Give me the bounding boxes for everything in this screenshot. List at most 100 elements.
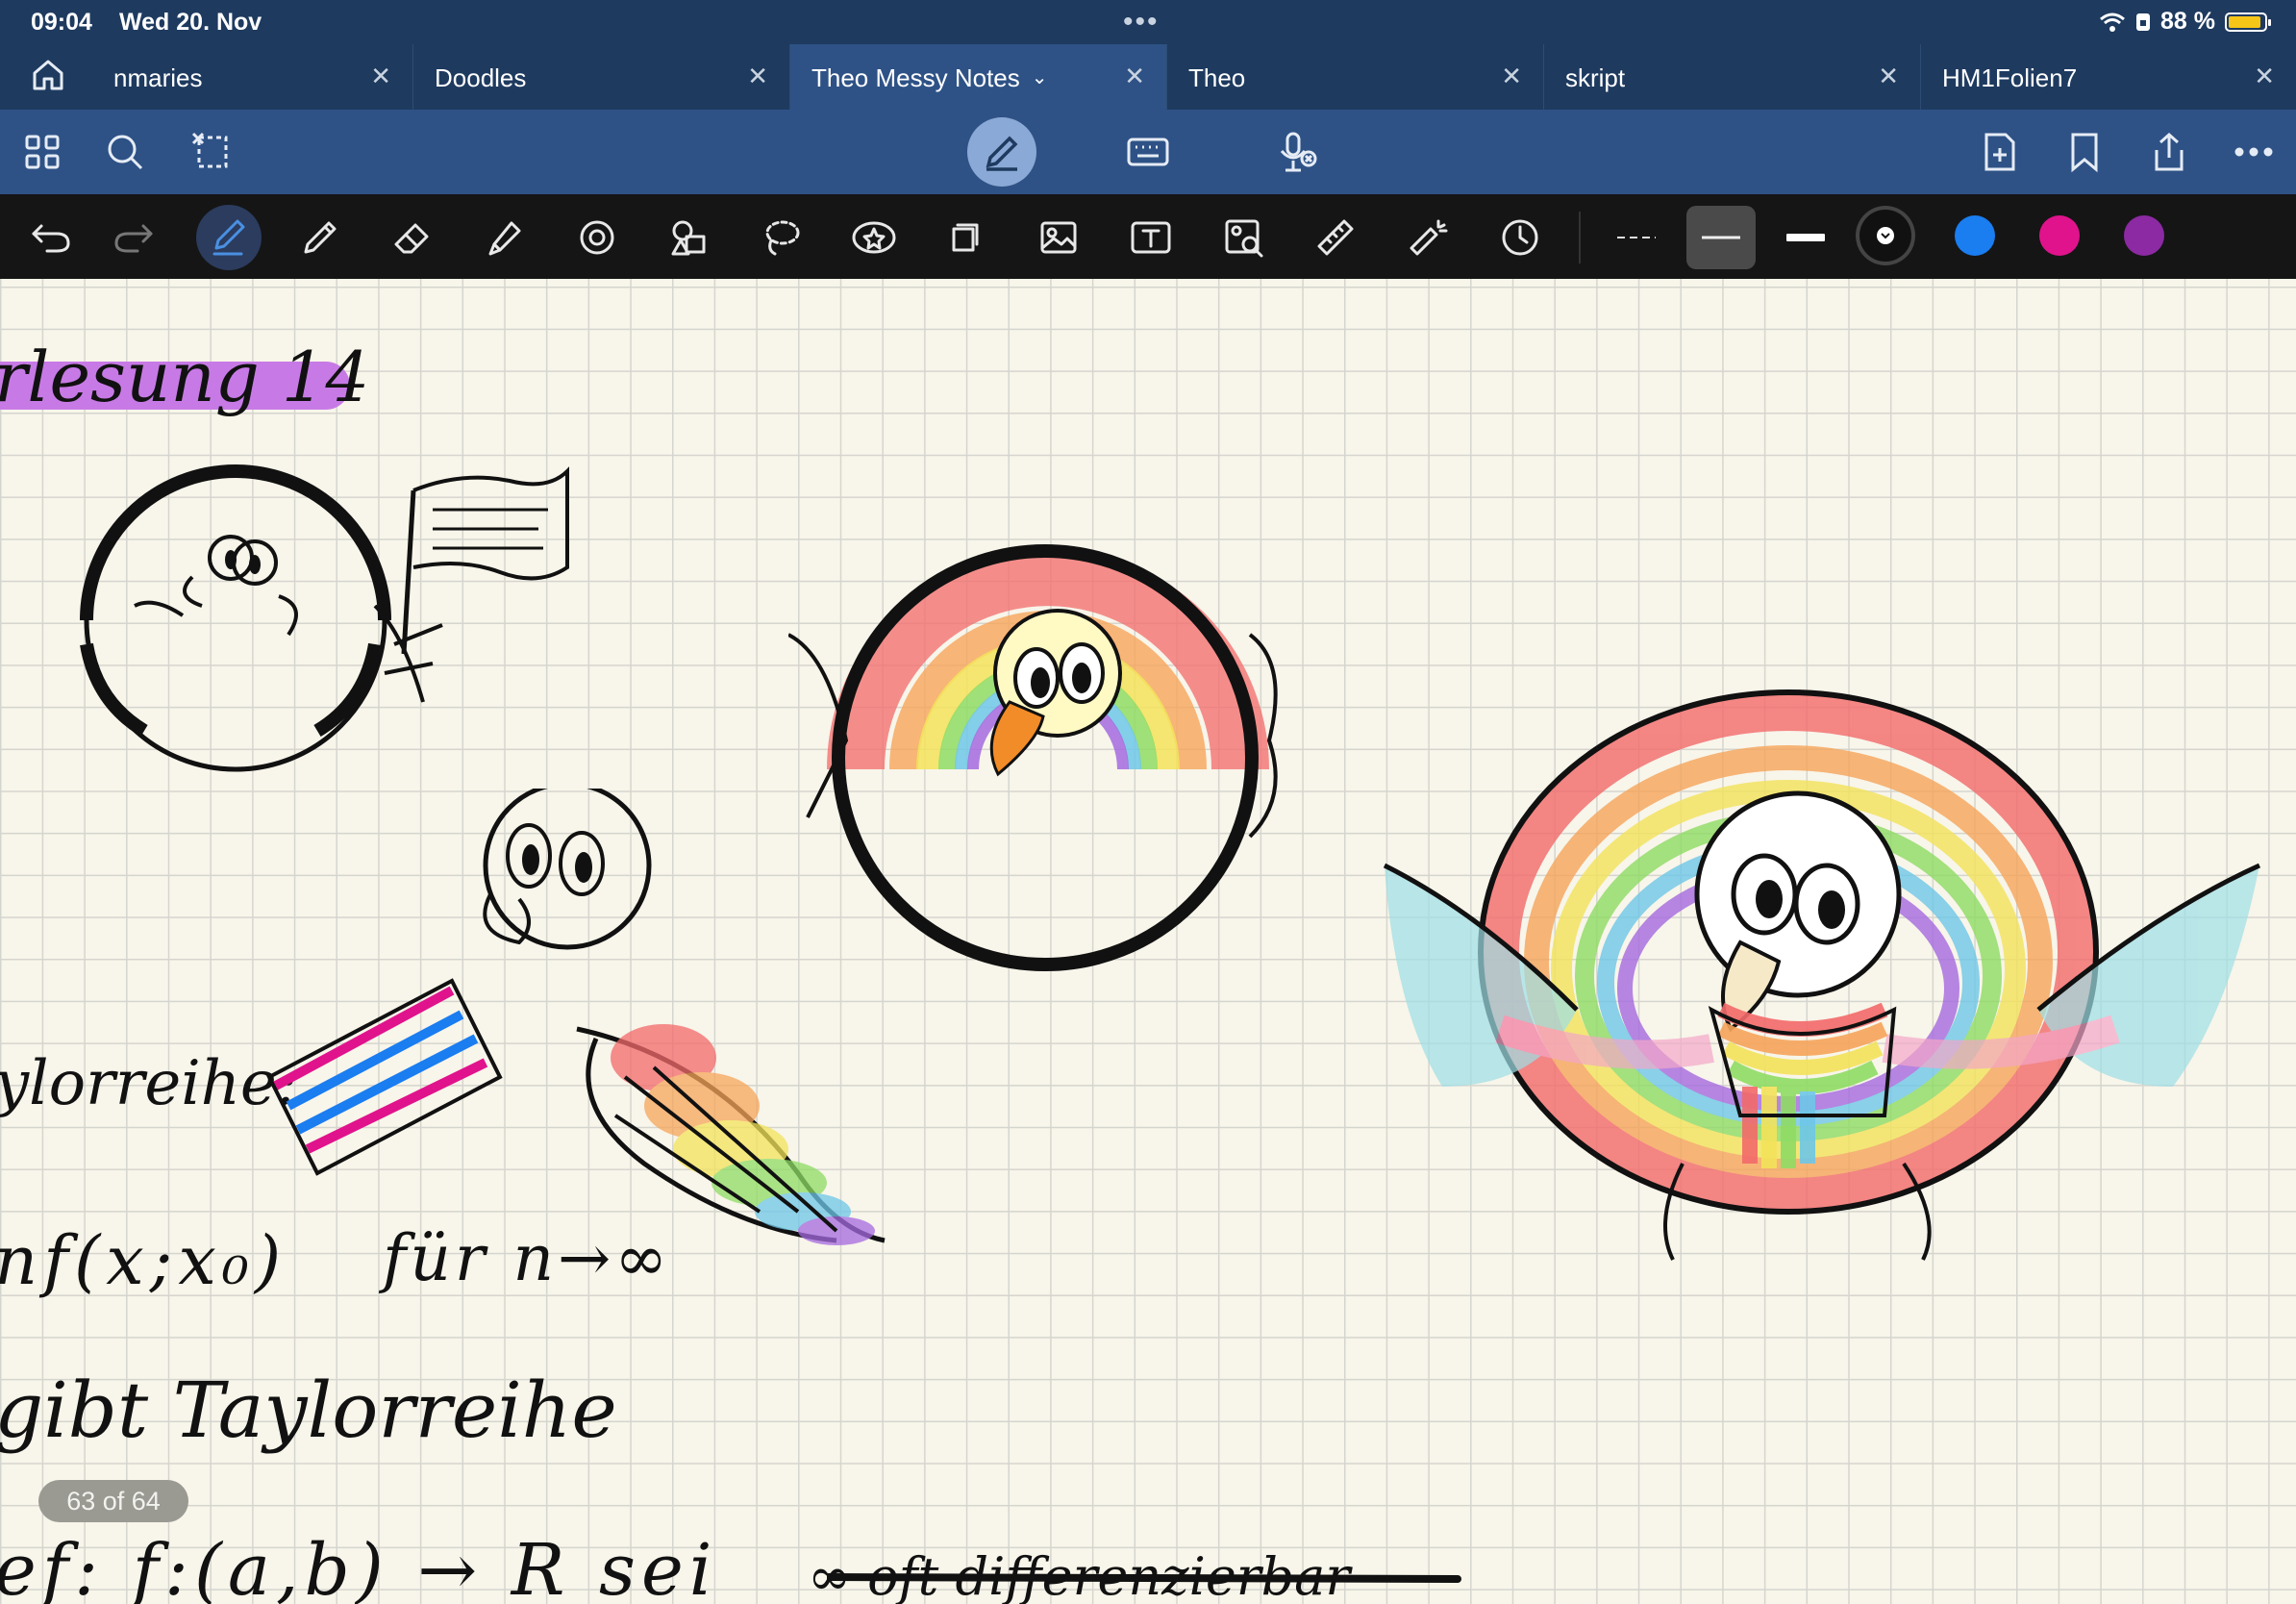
tab-label: nmaries: [113, 63, 203, 92]
undo-icon: [32, 224, 70, 253]
bird-doodle-flag: [80, 464, 569, 772]
elements-icon: [671, 220, 706, 256]
microphone-button[interactable]: [1269, 123, 1327, 181]
tab-theo-messy-notes[interactable]: Theo Messy Notes ⌄ ✕: [790, 44, 1167, 110]
chevron-down-icon[interactable]: ⌄: [1032, 65, 1048, 89]
color-swatch-pink[interactable]: [2039, 215, 2080, 256]
bookmark-icon: [2071, 133, 2098, 173]
page-indicator: 63 of 64: [38, 1480, 188, 1522]
battery-percent: 88 %: [2160, 8, 2215, 35]
share-icon: [2155, 132, 2184, 171]
stroke-medium-option[interactable]: [1686, 206, 1756, 269]
shape-tool[interactable]: [567, 208, 627, 267]
ruler-icon: [1317, 219, 1354, 256]
text-icon: [1131, 221, 1171, 254]
lock-rotation-icon: [2136, 13, 2151, 31]
eraser-icon: [394, 223, 429, 254]
add-page-button[interactable]: [1971, 123, 2029, 181]
tab-hm1folien7[interactable]: HM1Folien7 ✕: [1921, 44, 2296, 110]
history-tool[interactable]: [1490, 208, 1550, 267]
pen-mode-button[interactable]: [967, 117, 1036, 187]
tool-bar: [0, 194, 2296, 279]
sticky-note-tool[interactable]: [936, 208, 996, 267]
pencil-tool[interactable]: [290, 208, 350, 267]
stroke-dashed-option[interactable]: [1602, 206, 1671, 269]
tab-summaries[interactable]: nmaries ✕: [96, 44, 413, 110]
color-swatch-purple[interactable]: [2124, 215, 2164, 256]
mic-off-icon: [1280, 132, 1317, 172]
tab-theo[interactable]: Theo ✕: [1167, 44, 1544, 110]
shape-icon: [580, 220, 614, 255]
sticky-note-icon: [952, 223, 979, 252]
add-page-icon: [1984, 133, 2015, 171]
close-icon[interactable]: ✕: [370, 62, 391, 91]
tab-doodles[interactable]: Doodles ✕: [413, 44, 790, 110]
status-date: Wed 20. Nov: [119, 9, 262, 36]
close-icon[interactable]: ✕: [747, 62, 768, 91]
sticker-tool[interactable]: [844, 208, 904, 267]
tab-title: Theo Messy Notes: [811, 63, 1020, 92]
multitasking-dots-icon[interactable]: •••: [1123, 6, 1160, 38]
pen-mode-icon: [986, 136, 1018, 171]
stroke-thick-option[interactable]: [1771, 206, 1840, 269]
note-line-taylorreihe: ylorreihe:: [0, 1048, 298, 1119]
elements-tool[interactable]: [660, 208, 719, 267]
close-icon[interactable]: ✕: [1124, 62, 1145, 91]
toolbar-divider: [1579, 212, 1581, 263]
scan-icon: [1225, 219, 1263, 258]
highlighter-icon: [488, 221, 521, 256]
note-line-formula: nf(x;x₀): [0, 1221, 287, 1300]
image-icon: [1040, 221, 1077, 254]
ruler-tool[interactable]: [1306, 208, 1365, 267]
image-tool[interactable]: [1029, 208, 1088, 267]
app-bar: [0, 110, 2296, 194]
keyboard-button[interactable]: [1119, 123, 1177, 181]
chevron-down-icon: [1877, 227, 1894, 244]
bookmark-button[interactable]: [2056, 123, 2113, 181]
highlighter-tool[interactable]: [475, 208, 535, 267]
dashed-line-icon: [1617, 237, 1656, 238]
thick-line-icon: [1786, 234, 1825, 241]
scan-tool[interactable]: [1213, 208, 1273, 267]
note-line-gives: gibt Taylorreihe: [0, 1366, 617, 1455]
redo-button[interactable]: [104, 208, 163, 267]
laser-icon: [1410, 219, 1448, 256]
grid-icon: [25, 135, 60, 169]
home-icon: [33, 60, 63, 90]
home-button[interactable]: [29, 56, 87, 100]
note-line-definition: ef: f:(a,b) → R sei: [0, 1529, 718, 1604]
text-tool[interactable]: [1121, 208, 1181, 267]
bookmark-lasso-icon: [191, 132, 228, 168]
status-right: 88 %: [2099, 8, 2271, 36]
sticker-icon: [852, 221, 896, 254]
search-icon: [108, 135, 143, 170]
pen-tool[interactable]: [196, 205, 262, 270]
bookmark-lasso-button[interactable]: [183, 123, 240, 181]
close-icon[interactable]: ✕: [1878, 62, 1899, 91]
pen-icon: [212, 219, 245, 256]
bird-doodle-rainbow-scarf: [1383, 689, 2261, 1261]
tab-skript[interactable]: skript ✕: [1544, 44, 1921, 110]
share-button[interactable]: [2140, 123, 2198, 181]
undo-button[interactable]: [21, 208, 81, 267]
tab-bar: nmaries ✕ Doodles ✕ Theo Messy Notes ⌄ ✕ …: [0, 44, 2296, 110]
grid-button[interactable]: [13, 123, 71, 181]
close-icon[interactable]: ✕: [1501, 62, 1522, 91]
status-time: 09:04: [31, 9, 92, 36]
history-icon: [1502, 219, 1538, 256]
note-canvas[interactable]: rlesung 14 ylorreihe: nf(x;x₀) für n→∞ g…: [0, 279, 2296, 1604]
more-icon: [2234, 147, 2273, 157]
status-bar: 09:04 Wed 20. Nov ••• 88 %: [0, 0, 2296, 44]
tab-label: Theo: [1188, 63, 1246, 92]
bird-doodle-rainbow-circle: [788, 544, 1278, 971]
color-swatch-black[interactable]: [1859, 210, 1911, 262]
more-button[interactable]: [2225, 123, 2283, 181]
pencil-icon: [304, 221, 337, 254]
color-swatch-blue[interactable]: [1955, 215, 1995, 256]
laser-tool[interactable]: [1398, 208, 1458, 267]
lasso-tool[interactable]: [752, 208, 811, 267]
eraser-tool[interactable]: [383, 208, 442, 267]
close-icon[interactable]: ✕: [2254, 62, 2275, 91]
redo-icon: [114, 224, 153, 253]
search-button[interactable]: [96, 123, 154, 181]
